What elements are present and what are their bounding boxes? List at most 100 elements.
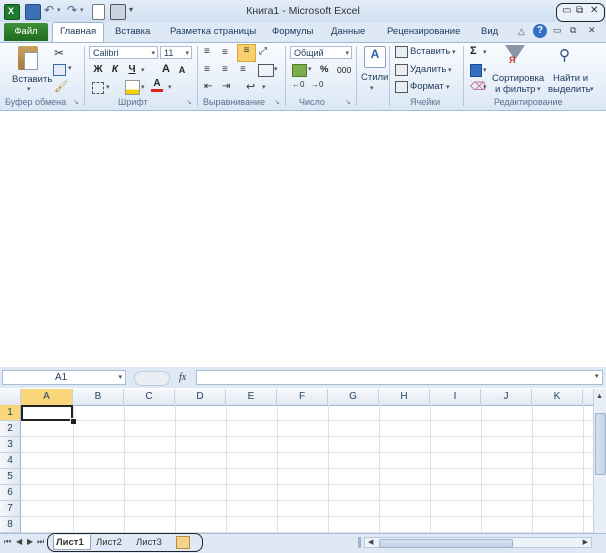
tab-split-handle[interactable] (358, 537, 361, 548)
italic-button[interactable]: К (107, 64, 123, 75)
column-header-d[interactable]: D (175, 389, 226, 405)
autosum-dropdown-icon[interactable]: ▾ (483, 48, 487, 56)
column-header-f[interactable]: F (277, 389, 328, 405)
delete-cells-button[interactable]: Удалить (410, 64, 446, 75)
fill-color-dropdown-icon[interactable]: ▾ (141, 83, 145, 91)
workbook-minimize-icon[interactable]: ▭ (553, 25, 562, 36)
expand-formula-bar-icon[interactable]: ▾ (595, 372, 599, 380)
name-box-dropdown-icon[interactable]: ▾ (118, 371, 122, 384)
paste-icon[interactable] (18, 46, 38, 70)
number-launcher-icon[interactable]: ↘ (345, 98, 351, 106)
minimize-icon[interactable]: ▭ (562, 5, 571, 16)
sort-filter-dropdown-icon[interactable]: ▾ (537, 85, 541, 93)
bold-button[interactable]: Ж (90, 64, 106, 75)
alignment-launcher-icon[interactable]: ↘ (274, 98, 280, 106)
orientation-icon[interactable]: ⤢ (259, 46, 267, 57)
currency-dropdown-icon[interactable]: ▾ (308, 65, 312, 73)
number-format-dropdown[interactable]: Общий ▾ (290, 46, 352, 59)
scroll-left-icon[interactable]: ◀ (368, 538, 373, 546)
align-center-icon[interactable]: ≡ (222, 64, 228, 75)
fill-icon[interactable] (470, 64, 482, 77)
column-header-e[interactable]: E (226, 389, 277, 405)
increase-indent-icon[interactable]: ⇥ (222, 81, 230, 92)
font-launcher-icon[interactable]: ↘ (186, 98, 192, 106)
underline-button[interactable]: Ч (124, 64, 140, 75)
font-color-dropdown-icon[interactable]: ▾ (168, 83, 172, 91)
close-icon[interactable]: ✕ (590, 5, 598, 16)
find-select-icon[interactable]: ⚲ (559, 46, 570, 64)
row-header-7[interactable]: 7 (0, 501, 21, 517)
tab-insert[interactable]: Вставка (115, 26, 150, 37)
tab-formulas[interactable]: Формулы (272, 26, 313, 37)
decrease-decimal-icon[interactable]: →0 (311, 80, 323, 89)
autosum-icon[interactable]: Σ (470, 45, 477, 57)
tab-view[interactable]: Вид (481, 26, 498, 37)
column-header-b[interactable]: B (73, 389, 124, 405)
tab-page-layout[interactable]: Разметка страницы (170, 26, 256, 37)
decrease-indent-icon[interactable]: ⇤ (204, 81, 212, 92)
restore-icon[interactable]: ⧉ (576, 5, 583, 16)
font-size-dropdown[interactable]: 11 ▾ (160, 46, 192, 59)
styles-button[interactable]: Стили (361, 72, 388, 83)
tab-data[interactable]: Данные (331, 26, 365, 37)
align-middle-icon[interactable]: ≡ (222, 47, 228, 58)
scroll-right-icon[interactable]: ▶ (583, 538, 588, 546)
currency-format-icon[interactable] (292, 64, 307, 77)
sort-az-icon[interactable]: Я (509, 55, 515, 65)
column-header-i[interactable]: I (430, 389, 481, 405)
tab-review[interactable]: Рецензирование (387, 26, 460, 37)
format-cells-icon[interactable] (395, 81, 408, 93)
increase-decimal-icon[interactable]: ←0 (292, 80, 304, 89)
prev-sheet-icon[interactable]: ◀ (16, 537, 22, 546)
vertical-scrollbar[interactable]: ▲ (593, 389, 606, 533)
find-select-button-line2[interactable]: выделить (548, 84, 591, 95)
align-right-icon[interactable]: ≡ (240, 64, 246, 75)
paste-dropdown-icon[interactable]: ▾ (27, 85, 31, 93)
insert-sheet-icon[interactable] (176, 536, 190, 549)
find-select-button[interactable]: Найти и (553, 73, 588, 84)
align-bottom-icon[interactable]: ≡ (237, 44, 256, 62)
fill-dropdown-icon[interactable]: ▾ (483, 66, 487, 74)
clipboard-launcher-icon[interactable]: ↘ (73, 98, 79, 106)
column-header-g[interactable]: G (328, 389, 379, 405)
insert-cells-icon[interactable] (395, 46, 408, 58)
align-left-icon[interactable]: ≡ (204, 64, 210, 75)
horizontal-scroll-thumb[interactable] (379, 539, 513, 548)
workbook-close-icon[interactable]: ✕ (588, 25, 596, 36)
borders-icon[interactable] (92, 82, 104, 94)
cut-icon[interactable]: ✂ (54, 46, 64, 60)
row-header-8[interactable]: 8 (0, 517, 21, 533)
decrease-font-button[interactable]: A (174, 65, 190, 75)
workbook-restore-icon[interactable]: ⧉ (570, 25, 576, 36)
column-header-h[interactable]: H (379, 389, 430, 405)
align-top-icon[interactable]: ≡ (204, 46, 210, 57)
active-cell-a1[interactable] (21, 405, 73, 421)
find-select-dropdown-icon[interactable]: ▾ (590, 85, 594, 93)
format-cells-button[interactable]: Формат (410, 81, 444, 92)
wrap-dropdown-icon[interactable]: ▾ (262, 83, 266, 91)
select-all-corner[interactable] (0, 389, 21, 405)
comma-style-button[interactable]: 000 (337, 65, 351, 75)
merge-dropdown-icon[interactable]: ▾ (274, 65, 278, 73)
column-header-k[interactable]: K (532, 389, 583, 405)
fill-handle[interactable] (70, 418, 77, 425)
styles-icon[interactable]: A (364, 46, 386, 68)
copy-icon[interactable] (53, 64, 66, 76)
tab-home[interactable]: Главная (60, 26, 96, 37)
delete-cells-dropdown-icon[interactable]: ▾ (448, 66, 452, 74)
help-icon[interactable]: ? (533, 24, 547, 38)
delete-cells-icon[interactable] (395, 64, 408, 76)
fill-color-icon[interactable] (125, 80, 140, 95)
sort-filter-button[interactable]: Сортировка (492, 73, 544, 84)
row-header-5[interactable]: 5 (0, 469, 21, 485)
format-painter-icon[interactable]: 🖌 (54, 80, 68, 93)
clear-dropdown-icon[interactable]: ▾ (483, 83, 487, 91)
row-header-3[interactable]: 3 (0, 437, 21, 453)
column-header-j[interactable]: J (481, 389, 532, 405)
wrap-text-icon[interactable]: ↩ (246, 80, 255, 93)
vertical-scroll-thumb[interactable] (595, 413, 606, 475)
merge-center-icon[interactable] (258, 64, 274, 77)
sort-filter-button-line2[interactable]: и фильтр (495, 84, 535, 95)
formula-input[interactable] (196, 370, 603, 385)
collapse-ribbon-icon[interactable]: △ (518, 26, 525, 37)
